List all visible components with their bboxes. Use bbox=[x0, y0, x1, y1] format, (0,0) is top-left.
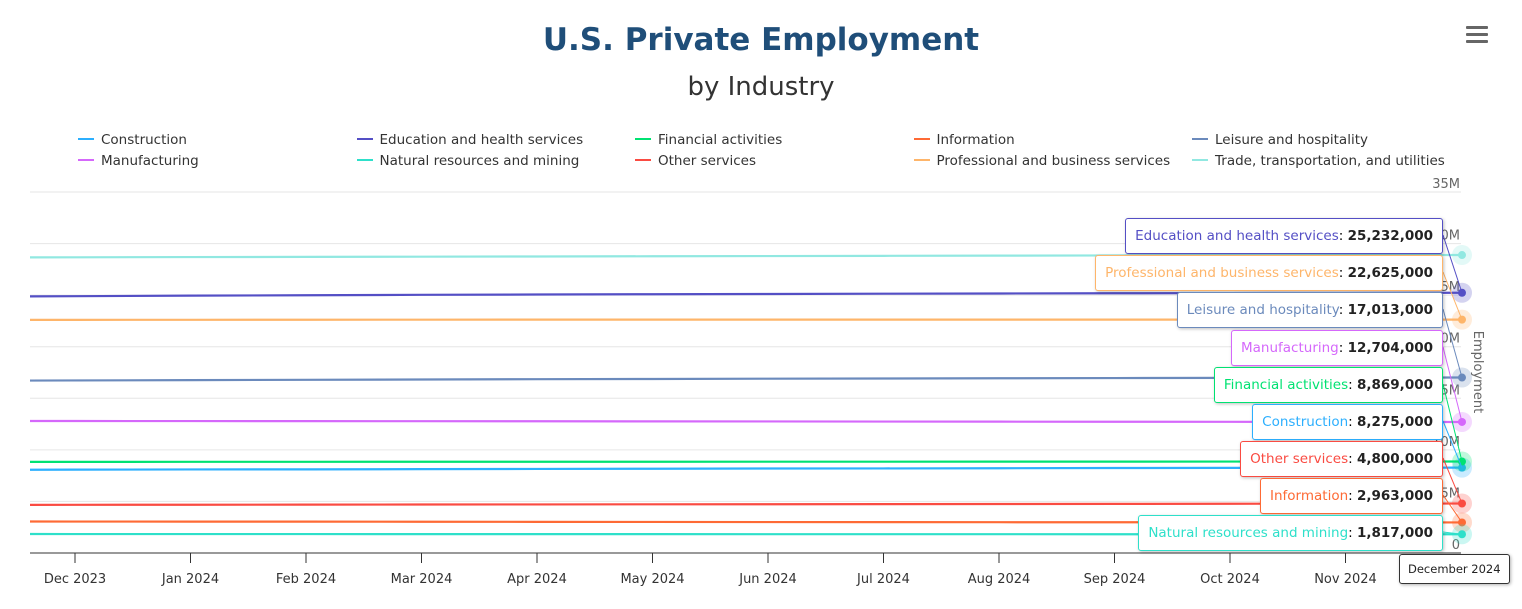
tooltip-series-name: Information bbox=[1269, 488, 1349, 504]
tooltip-value: 2,963,000 bbox=[1356, 488, 1433, 504]
tooltip-value: 8,869,000 bbox=[1356, 377, 1433, 393]
tooltip-value: 12,704,000 bbox=[1347, 340, 1433, 356]
tooltip: Financial activities: 8,869,000 bbox=[1213, 367, 1443, 403]
tooltip-series-name: Manufacturing bbox=[1240, 340, 1339, 356]
tooltip: Professional and business services: 22,6… bbox=[1095, 255, 1443, 291]
x-hover-label: December 2024 bbox=[1399, 554, 1510, 584]
tooltip-series-name: Leisure and hospitality bbox=[1186, 302, 1339, 318]
tooltip: Natural resources and mining: 1,817,000 bbox=[1138, 515, 1443, 551]
tooltip: Other services: 4,800,000 bbox=[1240, 441, 1443, 477]
tooltip: Information: 2,963,000 bbox=[1259, 478, 1443, 514]
tooltip: Leisure and hospitality: 17,013,000 bbox=[1176, 292, 1443, 328]
x-tick-label: May 2024 bbox=[620, 572, 684, 587]
tooltip-value: 4,800,000 bbox=[1356, 451, 1433, 467]
x-tick-label: Sep 2024 bbox=[1084, 572, 1146, 587]
tooltip: Manufacturing: 12,704,000 bbox=[1230, 330, 1443, 366]
tooltip-series-name: Education and health services bbox=[1135, 228, 1339, 244]
x-tick-label: Oct 2024 bbox=[1200, 572, 1260, 587]
tooltip-series-name: Natural resources and mining bbox=[1148, 525, 1349, 541]
x-tick-label: Feb 2024 bbox=[276, 572, 336, 587]
series-marker bbox=[1458, 251, 1466, 260]
x-tick-label: Mar 2024 bbox=[391, 572, 453, 587]
tooltip-value: 25,232,000 bbox=[1347, 228, 1433, 244]
tooltip-series-name: Other services bbox=[1250, 451, 1349, 467]
x-tick-label: Jan 2024 bbox=[161, 572, 219, 587]
x-tick-label: Aug 2024 bbox=[968, 572, 1031, 587]
y-axis-title: Employment bbox=[1470, 331, 1485, 413]
tooltip: Education and health services: 25,232,00… bbox=[1125, 218, 1443, 254]
chart-container: U.S. Private Employment by Industry Cons… bbox=[0, 0, 1522, 609]
tooltip-series-name: Professional and business services bbox=[1105, 265, 1339, 281]
x-tick-label: Dec 2023 bbox=[44, 572, 106, 587]
tooltip: Construction: 8,275,000 bbox=[1252, 404, 1443, 440]
series-line bbox=[30, 419, 1462, 424]
tooltip-value: 17,013,000 bbox=[1347, 302, 1433, 318]
tooltip-value: 22,625,000 bbox=[1347, 265, 1433, 281]
y-tick-label: 35M bbox=[1432, 177, 1460, 192]
x-tick-label: Nov 2024 bbox=[1314, 572, 1377, 587]
x-tick-label: Jul 2024 bbox=[856, 572, 910, 587]
tooltip-value: 8,275,000 bbox=[1356, 414, 1433, 430]
tooltip-value: 1,817,000 bbox=[1356, 525, 1433, 541]
series-line bbox=[30, 502, 1462, 506]
x-tick-label: Apr 2024 bbox=[507, 572, 567, 587]
x-tick-label: Jun 2024 bbox=[738, 572, 797, 587]
tooltip-series-name: Construction bbox=[1262, 414, 1349, 430]
tooltip-series-name: Financial activities bbox=[1223, 377, 1349, 393]
